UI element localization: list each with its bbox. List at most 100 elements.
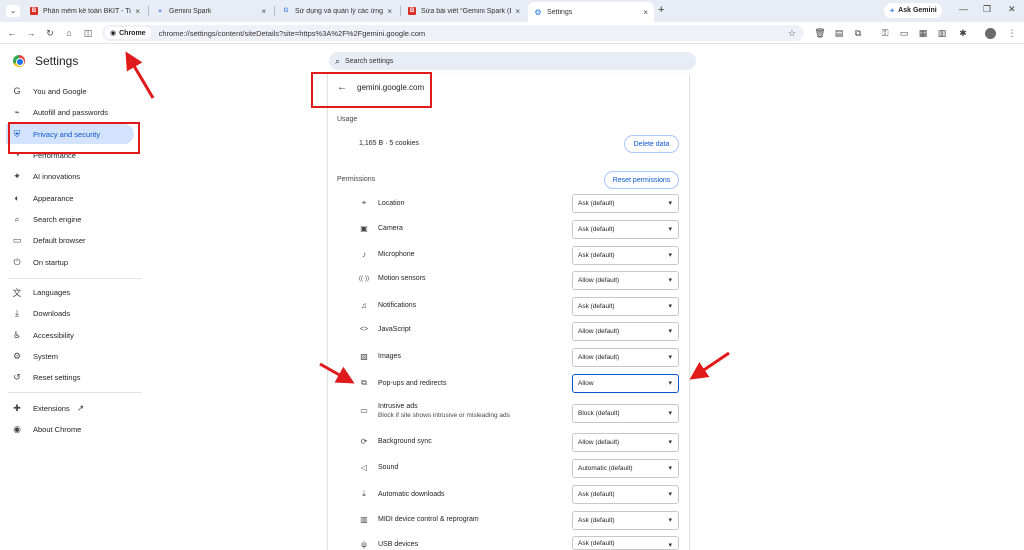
location-select[interactable]: Ask (default) xyxy=(572,194,679,213)
permission-label: Automatic downloads xyxy=(378,490,445,498)
delete-data-button[interactable]: Delete data xyxy=(624,135,679,153)
tab-gemini-spark[interactable]: ✦ Gemini Spark × xyxy=(150,3,272,19)
sidebar-item-appearance[interactable]: ◐ Appearance xyxy=(12,188,140,208)
forward-icon[interactable]: → xyxy=(24,26,38,40)
tab-title: Settings xyxy=(547,8,573,16)
close-icon[interactable]: × xyxy=(643,8,648,17)
ask-gemini-button[interactable]: ✦ Ask Gemini xyxy=(884,3,942,18)
sidebar-item-label: Appearance xyxy=(33,193,74,203)
permission-label: Microphone xyxy=(378,251,415,258)
palette-icon: ◐ xyxy=(14,193,20,203)
close-icon[interactable]: × xyxy=(387,7,392,16)
usage-value: 1,165 B · 5 cookies xyxy=(359,140,419,147)
close-icon[interactable]: × xyxy=(261,7,266,16)
reset-permissions-button[interactable]: Reset permissions xyxy=(604,171,679,189)
sidebar-item-autofill[interactable]: ⌁ Autofill and passwords xyxy=(12,102,140,122)
sidebar-item-reset[interactable]: ↺ Reset settings xyxy=(12,367,140,387)
permission-label: MIDI device control & reprogram xyxy=(378,516,479,523)
sidebar-item-label: Autofill and passwords xyxy=(33,107,109,117)
more-menu-icon[interactable]: ⋮ xyxy=(1006,26,1018,40)
card-icon[interactable]: ▭ xyxy=(898,26,910,40)
usb-select[interactable]: Ask (default) xyxy=(572,536,679,550)
sidebar-item-about-chrome[interactable]: ◉ About Chrome xyxy=(12,419,140,439)
back-icon[interactable]: ← xyxy=(5,26,19,40)
sidebar-item-system[interactable]: ⚙ System xyxy=(12,346,140,366)
usb-icon: ψ xyxy=(361,540,367,549)
blogger-favicon-icon: B xyxy=(408,7,416,15)
sidebar-item-extensions[interactable]: ✚ Extensions ↗ xyxy=(12,398,140,418)
sidebar-item-accessibility[interactable]: ♿ Accessibility xyxy=(12,325,140,345)
background-sync-select[interactable]: Allow (default) xyxy=(572,433,679,452)
tab-edit-post[interactable]: B Sửa bài viết “Gemini Spark (Bet... × xyxy=(402,3,526,19)
tab-bkit[interactable]: B Phần mềm kế toán BKIT - Tiện... × xyxy=(24,3,146,19)
tab-search-button[interactable]: ⌄ xyxy=(6,5,20,17)
tab-grid-icon[interactable]: ▦ xyxy=(917,26,929,40)
gemini-spark-icon: ✦ xyxy=(889,7,896,15)
close-icon[interactable]: × xyxy=(515,7,520,16)
sound-select[interactable]: Automatic (default) xyxy=(572,459,679,478)
motion-sensors-select[interactable]: Allow (default) xyxy=(572,271,679,290)
images-select[interactable]: Allow (default) xyxy=(572,348,679,367)
download-icon: ⤓ xyxy=(15,307,19,318)
intrusive-ads-select[interactable]: Block (default) xyxy=(572,404,679,423)
permission-label: Sound xyxy=(378,464,399,471)
permission-label: Camera xyxy=(378,225,403,232)
sidebar-item-on-startup[interactable]: ⏻ On startup xyxy=(12,252,140,272)
extension-icon[interactable]: ▤ xyxy=(833,26,845,40)
camera-select[interactable]: Ask (default) xyxy=(572,220,679,239)
midi-select[interactable]: Ask (default) xyxy=(572,511,679,530)
trash-icon[interactable]: 🗑 xyxy=(814,26,826,40)
close-icon[interactable]: × xyxy=(135,7,140,16)
tab-google-help[interactable]: G Sử dụng và quản lý các ứng dụ... × xyxy=(276,3,398,19)
tab-title: Sử dụng và quản lý các ứng dụ... xyxy=(295,7,383,15)
javascript-select[interactable]: Allow (default) xyxy=(572,322,679,341)
address-bar[interactable]: ◉ Chrome chrome://settings/content/siteD… xyxy=(102,25,804,41)
sidepanel-icon[interactable]: ◫ xyxy=(81,26,95,40)
sidebar-item-languages[interactable]: 文 Languages xyxy=(12,282,140,302)
browser-icon: ▭ xyxy=(12,234,22,245)
bookmark-star-icon[interactable]: ☆ xyxy=(788,28,796,39)
sidebar-item-default-browser[interactable]: ▭ Default browser xyxy=(12,230,140,250)
key-icon[interactable]: ⚿ xyxy=(879,26,891,40)
permission-label: Intrusive ads xyxy=(378,403,418,410)
new-tab-button[interactable]: + xyxy=(658,4,664,16)
avatar[interactable] xyxy=(984,26,996,40)
home-icon[interactable]: ⌂ xyxy=(62,26,76,40)
reload-icon[interactable]: ↻ xyxy=(43,26,57,40)
search-input[interactable]: ⌕ Search settings xyxy=(329,52,696,70)
download-icon: ⤓ xyxy=(362,489,366,498)
microphone-select[interactable]: Ask (default) xyxy=(572,246,679,265)
automatic-downloads-select[interactable]: Ask (default) xyxy=(572,485,679,504)
page-title: Settings xyxy=(35,54,79,68)
reading-list-icon[interactable]: ▥ xyxy=(936,26,948,40)
restore-icon[interactable]: ❐ xyxy=(983,4,991,15)
sidebar-item-ai-innovations[interactable]: ✦ AI innovations xyxy=(12,166,140,186)
external-link-icon: ↗ xyxy=(76,402,85,413)
tab-title: Phần mềm kế toán BKIT - Tiện... xyxy=(43,7,131,15)
sensor-icon: ((·)) xyxy=(359,275,369,282)
puzzle-icon[interactable]: ⧉ xyxy=(852,26,864,40)
close-window-icon[interactable]: ✕ xyxy=(1008,4,1016,15)
notifications-select[interactable]: Ask (default) xyxy=(572,297,679,316)
sidebar-item-search-engine[interactable]: ⌕ Search engine xyxy=(12,209,140,229)
permission-label: JavaScript xyxy=(378,326,411,333)
minimize-icon[interactable]: — xyxy=(959,4,968,14)
chrome-icon: ◉ xyxy=(13,423,21,434)
sidebar-item-downloads[interactable]: ⤓ Downloads xyxy=(12,303,140,323)
speaker-icon: ◁ xyxy=(360,463,368,472)
search-placeholder: Search settings xyxy=(345,57,394,65)
url-text[interactable]: chrome://settings/content/siteDetails?si… xyxy=(159,29,426,38)
sidebar-item-you-and-google[interactable]: G You and Google xyxy=(12,81,140,101)
tab-settings[interactable]: ⚙ Settings × xyxy=(528,2,654,22)
sidebar-item-label: AI innovations xyxy=(33,171,81,181)
tab-divider xyxy=(274,6,275,16)
site-info-chip[interactable]: ◉ Chrome xyxy=(105,27,151,39)
sidebar-item-label: Accessibility xyxy=(33,330,74,340)
reset-icon: ↺ xyxy=(13,371,21,382)
gemini-favicon-icon: ✦ xyxy=(157,8,163,15)
bug-icon[interactable]: ✱ xyxy=(957,26,969,40)
permission-label: Pop-ups and redirects xyxy=(378,379,447,387)
popups-select[interactable]: Allow xyxy=(572,374,679,393)
chrome-logo-icon xyxy=(13,55,25,67)
permissions-heading: Permissions xyxy=(337,176,376,183)
